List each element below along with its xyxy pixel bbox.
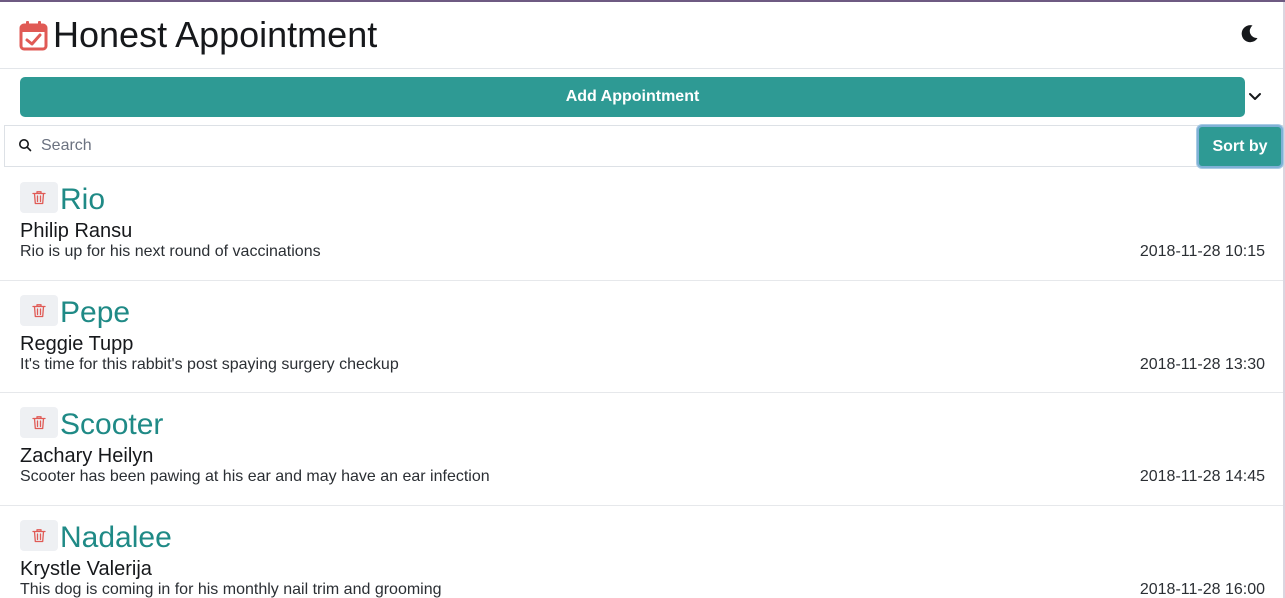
search-bar — [4, 125, 1283, 167]
appointment-date: 2018-11-28 14:45 — [1139, 468, 1265, 485]
owner-name: Reggie Tupp — [20, 332, 134, 355]
appointment-item: Nadalee Krystle Valerija This dog is com… — [0, 506, 1283, 598]
pet-name: Scooter — [60, 408, 164, 441]
trash-icon — [32, 303, 46, 317]
appointment-date: 2018-11-28 16:00 — [1139, 580, 1265, 598]
owner-name: Krystle Valerija — [20, 557, 152, 580]
appointment-date: 2018-11-28 13:30 — [1139, 355, 1265, 373]
add-appointment-button[interactable]: Add Appointment — [20, 77, 1245, 117]
appointment-notes: Scooter has been pawing at his ear and m… — [20, 468, 490, 485]
appointment-item: Rio Philip Ransu Rio is up for his next … — [0, 168, 1283, 281]
appointment-date: 2018-11-28 10:15 — [1139, 243, 1265, 260]
trash-icon — [32, 191, 46, 205]
app-title: Honest Appointment — [53, 14, 378, 55]
trash-icon — [32, 416, 46, 430]
app-header: Honest Appointment — [0, 2, 1283, 69]
trash-icon — [32, 528, 46, 542]
calendar-check-icon — [19, 21, 48, 51]
appointment-item: Scooter Zachary Heilyn Scooter has been … — [0, 393, 1283, 506]
delete-button[interactable] — [20, 182, 58, 213]
appointment-notes: This dog is coming in for his monthly na… — [20, 580, 442, 598]
appointment-notes: It's time for this rabbit's post spaying… — [20, 355, 399, 373]
appointment-item: Pepe Reggie Tupp It's time for this rabb… — [0, 281, 1283, 393]
search-icon — [19, 139, 32, 152]
delete-button[interactable] — [20, 407, 58, 438]
search-input[interactable] — [41, 134, 1181, 158]
appointment-list: Rio Philip Ransu Rio is up for his next … — [0, 168, 1283, 598]
chevron-down-icon[interactable] — [1247, 86, 1263, 106]
delete-button[interactable] — [20, 294, 58, 326]
moon-icon[interactable] — [1239, 24, 1259, 44]
delete-button[interactable] — [20, 519, 58, 551]
pet-name: Pepe — [60, 295, 131, 329]
owner-name: Philip Ransu — [20, 220, 133, 242]
pet-name: Nadalee — [60, 520, 172, 554]
owner-name: Zachary Heilyn — [20, 445, 154, 467]
appointment-notes: Rio is up for his next round of vaccinat… — [20, 243, 321, 260]
pet-name: Rio — [60, 183, 106, 216]
sort-by-button[interactable]: Sort by — [1197, 125, 1283, 168]
